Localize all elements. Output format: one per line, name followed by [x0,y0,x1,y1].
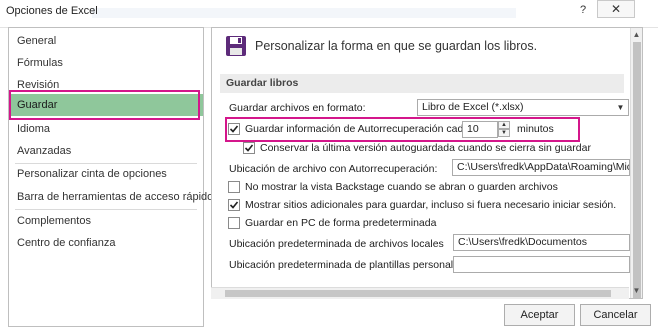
nav-item-quick-access-toolbar[interactable]: Barra de herramientas de acceso rápido [9,186,213,208]
save-pc-checkbox[interactable] [228,217,240,229]
help-button[interactable]: ? [573,2,593,18]
keep-last-version-label: Conservar la última versión autoguardada… [260,142,591,154]
no-backstage-label: No mostrar la vista Backstage cuando se … [245,181,558,193]
scroll-down-icon[interactable]: ▼ [630,285,642,297]
nav-item-customize-ribbon[interactable]: Personalizar cinta de opciones [9,163,203,185]
checkmark-icon [229,201,239,209]
nav-item-trust-center[interactable]: Centro de confianza [9,232,203,254]
page-header: Personalizar la forma en que se guardan … [255,39,538,53]
nav-item-general[interactable]: General [9,30,203,52]
format-value: Libro de Excel (*.xlsx) [422,101,524,113]
autorecover-location-label: Ubicación de archivo con Autorrecuperaci… [229,163,438,175]
save-pc-label: Guardar en PC de forma predeterminada [245,217,437,229]
horizontal-scrollbar-thumb[interactable] [225,290,611,297]
autorecover-location-input[interactable]: C:\Users\fredk\AppData\Roaming\Micro [452,159,630,176]
scrollbar-thumb[interactable] [633,42,641,298]
format-dropdown[interactable]: Libro de Excel (*.xlsx) ▼ [417,99,629,116]
content-scroll-area: Personalizar la forma en que se guardan … [212,28,630,298]
show-places-checkbox[interactable] [228,199,240,211]
format-label: Guardar archivos en formato: [229,102,366,114]
content-panel: Personalizar la forma en que se guardan … [211,27,643,299]
autorecover-highlight-box [225,117,580,142]
nav-item-complementos[interactable]: Complementos [9,210,203,232]
checkmark-icon [244,144,254,152]
nav-item-formulas[interactable]: Fórmulas [9,52,203,74]
local-files-label: Ubicación predeterminada de archivos loc… [229,238,444,250]
close-button[interactable]: ✕ [597,0,635,18]
chevron-down-icon: ▼ [616,103,625,112]
floppy-disk-icon [226,36,246,56]
options-nav: General Fórmulas Revisión Guardar Idioma… [8,27,213,327]
nav-item-avanzadas[interactable]: Avanzadas [9,140,203,162]
ok-button[interactable]: Aceptar [504,304,575,326]
background-ribbon-strip [92,8,516,18]
window-title: Opciones de Excel [6,5,98,17]
keep-last-version-checkbox[interactable] [243,142,255,154]
cancel-button[interactable]: Cancelar [580,304,651,326]
local-files-input[interactable]: C:\Users\fredk\Documentos [453,234,630,251]
show-places-label: Mostrar sitios adicionales para guardar,… [245,199,617,211]
scroll-up-icon[interactable]: ▲ [630,29,642,41]
templates-input[interactable] [453,256,630,273]
section-title: Guardar libros [226,77,299,89]
nav-item-idioma[interactable]: Idioma [9,118,203,140]
no-backstage-checkbox[interactable] [228,181,240,193]
nav-highlight-box [9,90,200,120]
templates-label: Ubicación predeterminada de plantillas p… [229,259,468,271]
